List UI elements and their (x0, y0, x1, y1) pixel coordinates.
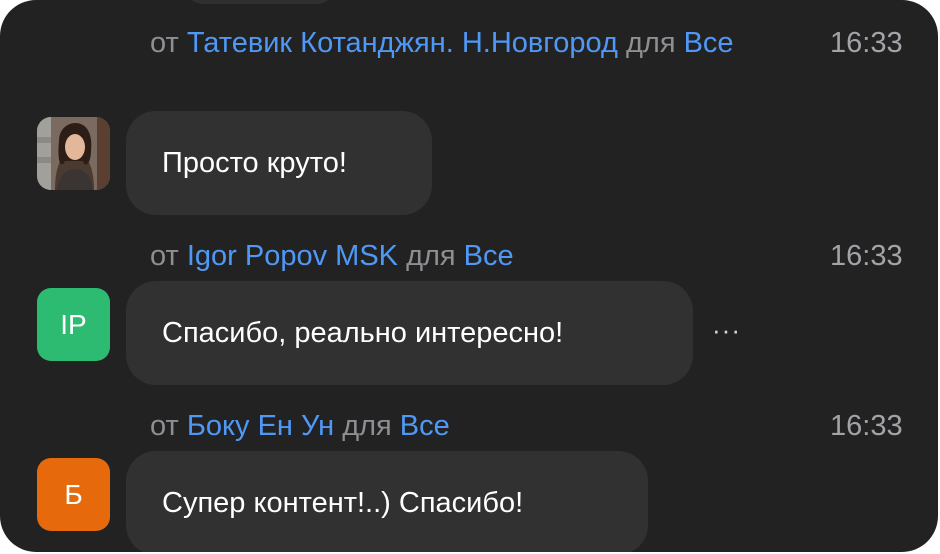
sender-name[interactable]: Igor Popov MSK (187, 240, 398, 272)
avatar-initials: Б (64, 479, 83, 510)
message-text: Просто круто! (162, 147, 347, 179)
sender-name[interactable]: Татевик Котанджян. Н.Новгород (187, 27, 618, 59)
message-text: Супер контент!..) Спасибо! (162, 487, 524, 519)
sender-name[interactable]: Боку Ен Ун (187, 410, 334, 442)
recipient-name[interactable]: Все (684, 27, 734, 59)
avatar-initials: IP (60, 309, 87, 340)
initials-avatar[interactable]: Б (37, 458, 110, 531)
message-header: от Igor Popov MSK для Все (150, 235, 800, 277)
message-bubble[interactable]: Спасибо, реально интересно! (126, 281, 693, 385)
message-time: 16:33 (830, 27, 903, 59)
initials-avatar[interactable]: IP (37, 288, 110, 361)
to-label: для (342, 410, 392, 442)
from-label: от (150, 410, 179, 442)
from-label: от (150, 27, 179, 59)
message-time: 16:33 (830, 240, 903, 272)
message-time: 16:33 (830, 410, 903, 442)
chat-panel: от Татевик Котанджян. Н.Новгород для Все… (0, 0, 938, 552)
ellipsis-icon[interactable]: ··· (712, 315, 741, 346)
previous-message-bubble-edge (185, 0, 335, 4)
recipient-name[interactable]: Все (464, 240, 514, 272)
message-bubble[interactable]: Супер контент!..) Спасибо! (126, 451, 648, 552)
to-label: для (406, 240, 456, 272)
to-label: для (625, 27, 676, 59)
recipient-name[interactable]: Все (400, 410, 450, 442)
user-photo-avatar-image (37, 117, 110, 190)
from-label: от (150, 240, 179, 272)
message-header: от Татевик Котанджян. Н.Новгород для Все (150, 22, 800, 64)
message-bubble[interactable]: Просто круто! (126, 111, 432, 215)
message-header: от Боку Ен Ун для Все (150, 405, 800, 447)
message-text: Спасибо, реально интересно! (162, 317, 564, 349)
user-photo-avatar[interactable] (37, 117, 110, 190)
